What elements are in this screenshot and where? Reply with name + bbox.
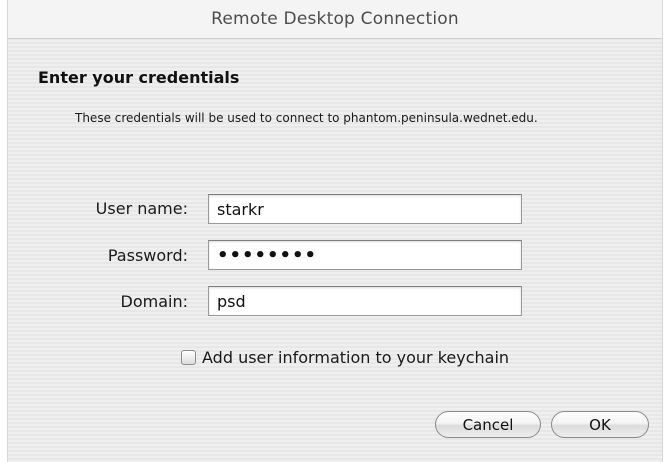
keychain-checkbox[interactable]	[181, 350, 196, 365]
password-input[interactable]	[208, 240, 522, 270]
window-title: Remote Desktop Connection	[211, 9, 459, 29]
keychain-label[interactable]: Add user information to your keychain	[202, 348, 509, 367]
ok-button[interactable]: OK	[551, 411, 649, 438]
domain-input[interactable]	[208, 286, 522, 316]
title-bar[interactable]: Remote Desktop Connection	[8, 0, 662, 39]
dialog-heading: Enter your credentials	[38, 68, 240, 87]
username-input[interactable]	[208, 194, 522, 224]
domain-label: Domain:	[120, 292, 188, 311]
cancel-button[interactable]: Cancel	[435, 411, 541, 438]
credentials-dialog: Remote Desktop Connection Enter your cre…	[8, 0, 662, 462]
keychain-option[interactable]: Add user information to your keychain	[181, 348, 509, 367]
dialog-description: These credentials will be used to connec…	[75, 111, 538, 125]
username-label: User name:	[95, 199, 188, 218]
password-label: Password:	[107, 246, 188, 265]
